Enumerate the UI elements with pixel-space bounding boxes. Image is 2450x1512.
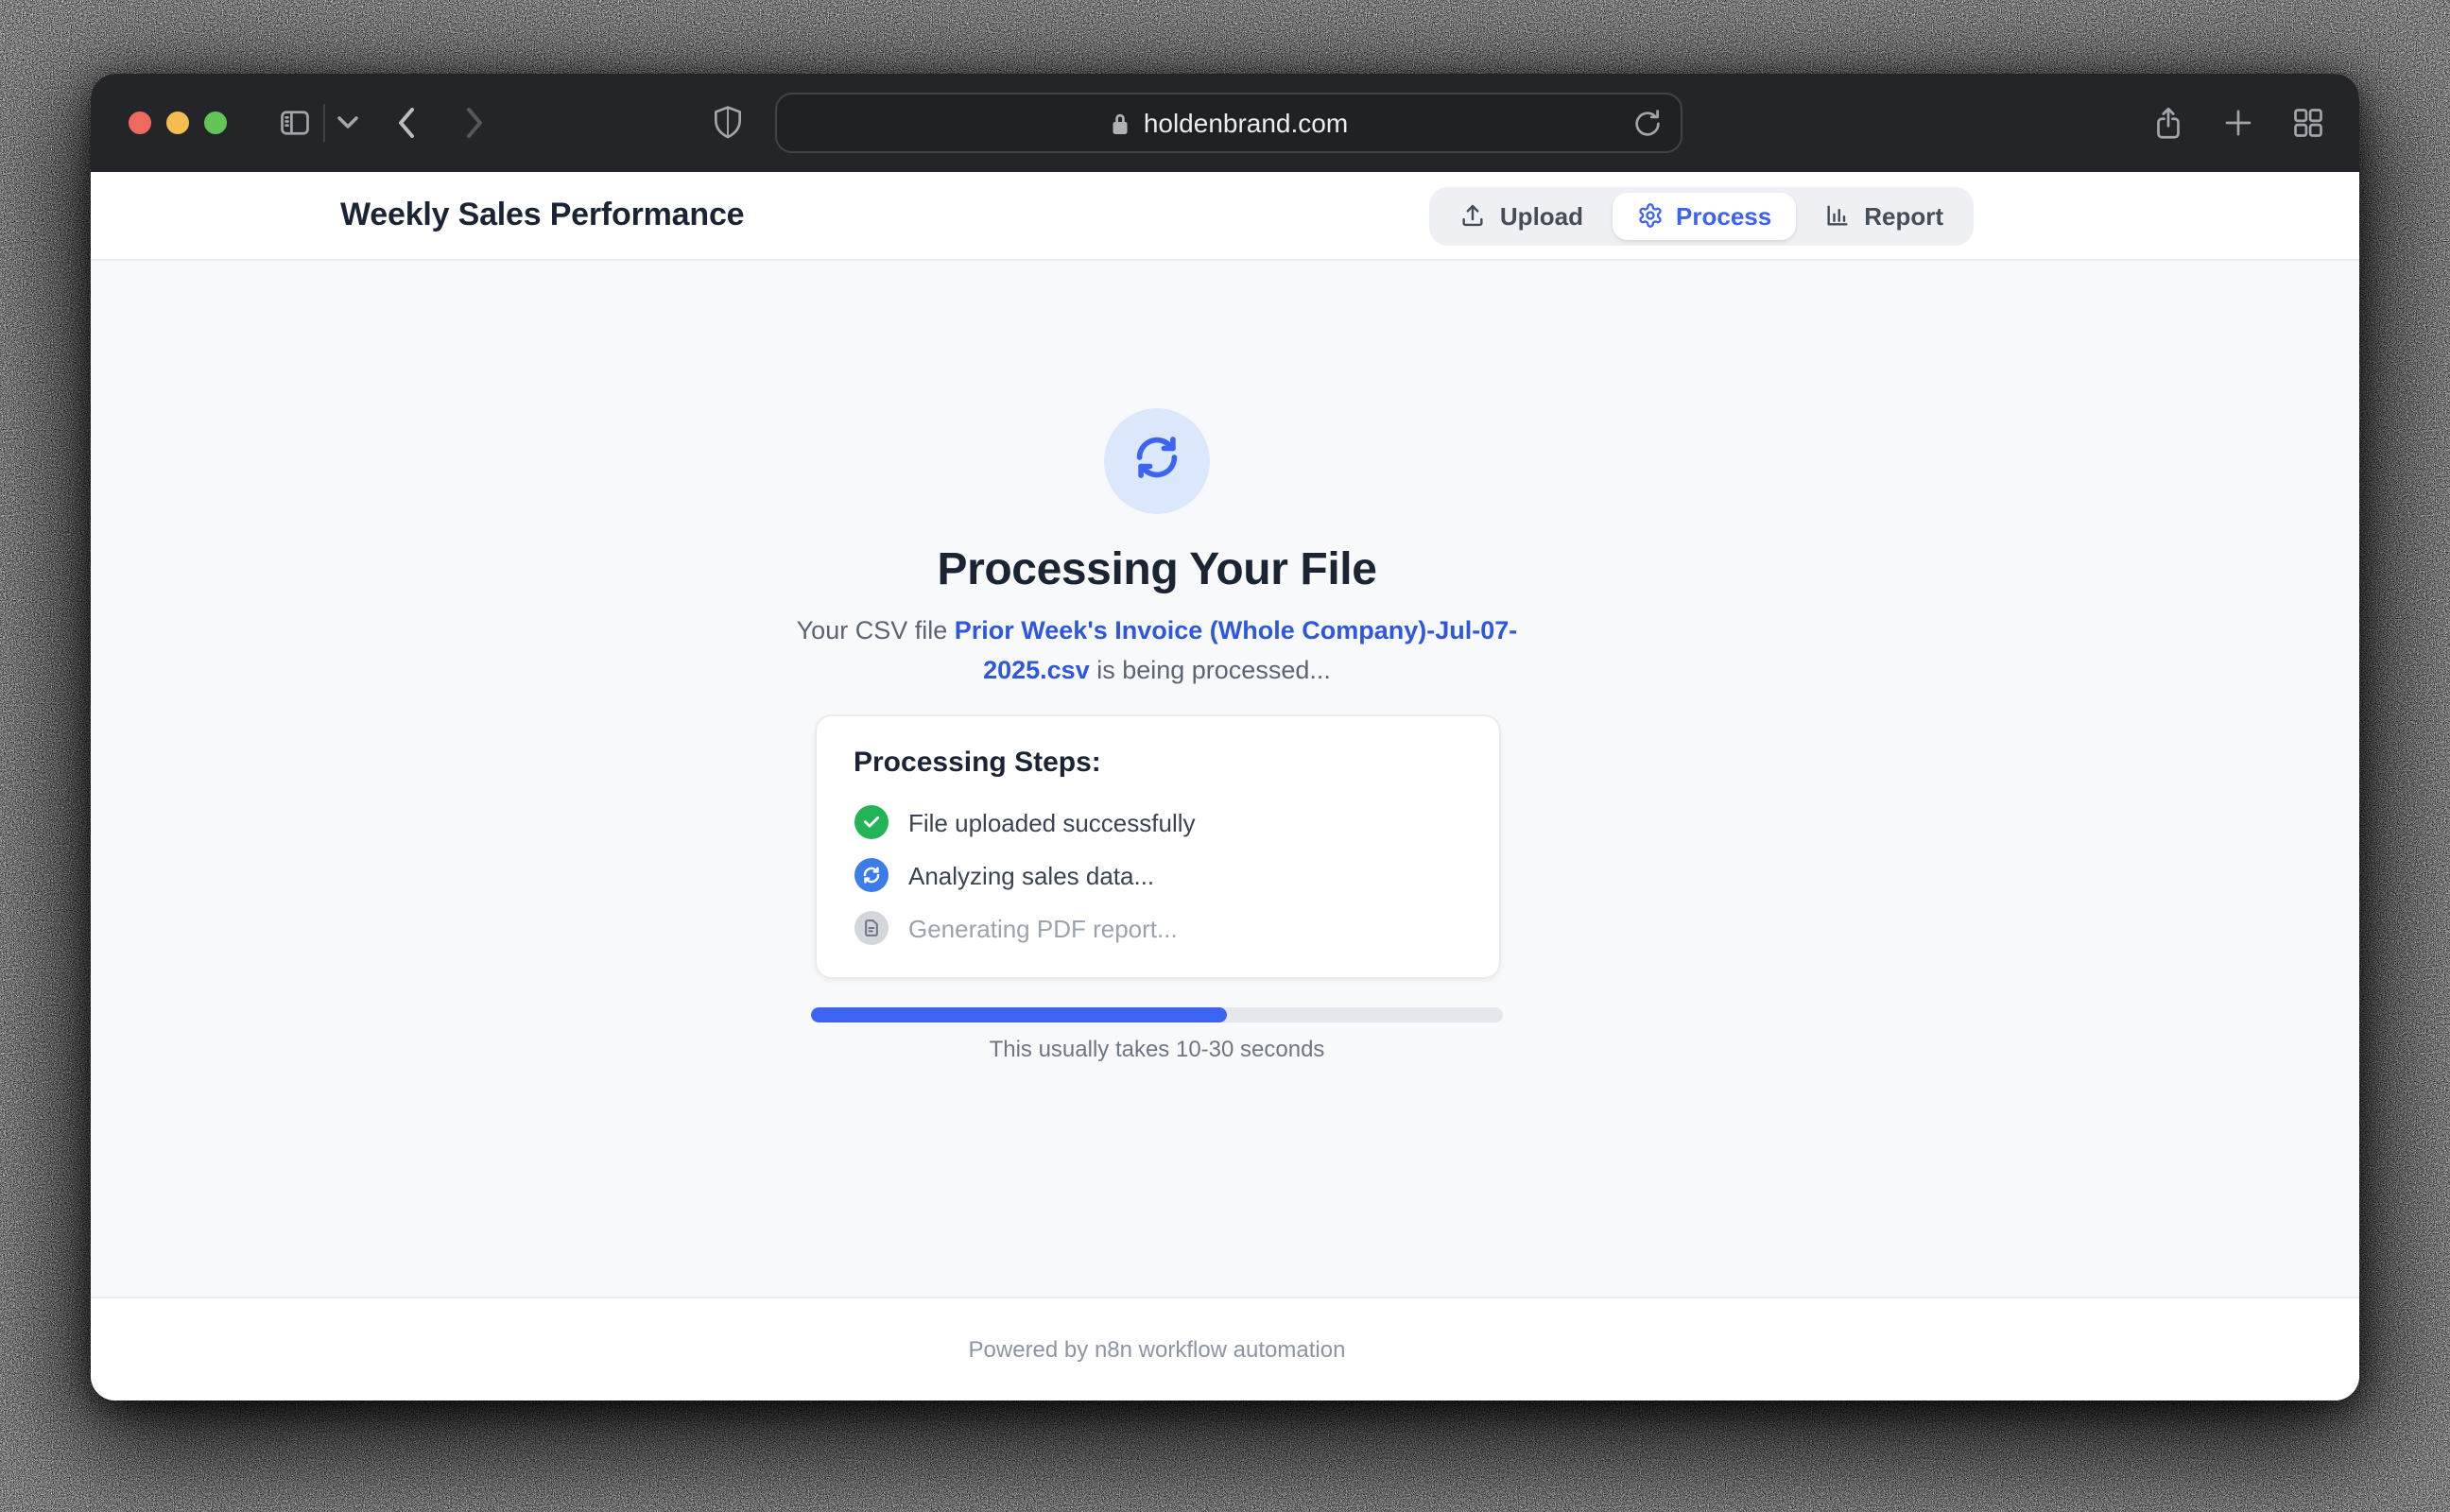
zoom-window-button[interactable] bbox=[204, 112, 227, 134]
footer-text: Powered by n8n workflow automation bbox=[340, 1336, 1974, 1363]
check-icon bbox=[854, 805, 888, 839]
browser-window: holdenbrand.com bbox=[91, 74, 2359, 1400]
tab-overview-icon[interactable] bbox=[2291, 106, 2325, 151]
page-heading: Processing Your File bbox=[340, 544, 1974, 597]
main-content: Processing Your File Your CSV file Prior… bbox=[91, 261, 2359, 1297]
subtitle-suffix: is being processed... bbox=[1090, 656, 1331, 684]
toolbar-divider bbox=[323, 104, 325, 142]
step-file-uploaded: File uploaded successfully bbox=[854, 796, 1460, 849]
share-icon[interactable] bbox=[2151, 106, 2185, 151]
steps-card-title: Processing Steps: bbox=[854, 747, 1460, 779]
tab-process[interactable]: Process bbox=[1612, 192, 1796, 239]
back-button-icon[interactable] bbox=[393, 106, 420, 140]
tab-upload-label: Upload bbox=[1500, 201, 1583, 230]
step-label: Analyzing sales data... bbox=[908, 861, 1154, 889]
refresh-icon bbox=[854, 858, 888, 892]
forward-button-icon[interactable] bbox=[461, 106, 488, 140]
new-tab-icon[interactable] bbox=[2221, 106, 2255, 151]
privacy-shield-icon[interactable] bbox=[713, 104, 743, 140]
progress-note: This usually takes 10-30 seconds bbox=[340, 1036, 1974, 1062]
subtitle-prefix: Your CSV file bbox=[797, 616, 955, 644]
page-title: Weekly Sales Performance bbox=[340, 197, 744, 234]
app-footer: Powered by n8n workflow automation bbox=[91, 1297, 2359, 1400]
app-header: Weekly Sales Performance Upload bbox=[91, 172, 2359, 261]
screen: holdenbrand.com bbox=[0, 0, 2450, 1512]
step-label: Generating PDF report... bbox=[908, 914, 1178, 942]
upload-icon bbox=[1460, 202, 1487, 229]
step-analyzing: Analyzing sales data... bbox=[854, 849, 1460, 902]
progress-bar bbox=[811, 1007, 1503, 1022]
tab-report[interactable]: Report bbox=[1800, 192, 1968, 239]
toolbar-right-actions bbox=[2151, 106, 2325, 151]
refresh-icon bbox=[1132, 432, 1182, 490]
processing-steps-card: Processing Steps: File uploaded successf… bbox=[814, 714, 1500, 979]
tab-report-label: Report bbox=[1864, 201, 1943, 230]
step-generating-report: Generating PDF report... bbox=[854, 902, 1460, 954]
processing-subtitle: Your CSV file Prior Week's Invoice (Whol… bbox=[756, 610, 1558, 690]
tab-process-label: Process bbox=[1676, 201, 1771, 230]
sidebar-toggle-icon[interactable] bbox=[278, 106, 312, 140]
progress-fill bbox=[811, 1007, 1226, 1022]
url-text: holdenbrand.com bbox=[1144, 108, 1348, 138]
tab-upload[interactable]: Upload bbox=[1436, 192, 1608, 239]
minimize-window-button[interactable] bbox=[166, 112, 189, 134]
nav-segmented-control: Upload Process bbox=[1430, 186, 1974, 245]
step-label: File uploaded successfully bbox=[908, 808, 1196, 836]
browser-titlebar: holdenbrand.com bbox=[91, 74, 2359, 172]
lock-icon bbox=[1110, 111, 1130, 135]
bar-chart-icon bbox=[1824, 202, 1851, 229]
processing-spinner-badge bbox=[1104, 408, 1210, 514]
window-controls bbox=[129, 112, 227, 134]
reload-icon[interactable] bbox=[1631, 108, 1664, 146]
gear-icon bbox=[1636, 202, 1663, 229]
close-window-button[interactable] bbox=[129, 112, 151, 134]
chevron-down-icon[interactable] bbox=[336, 115, 359, 130]
address-bar[interactable]: holdenbrand.com bbox=[775, 93, 1682, 153]
document-icon bbox=[854, 911, 888, 945]
